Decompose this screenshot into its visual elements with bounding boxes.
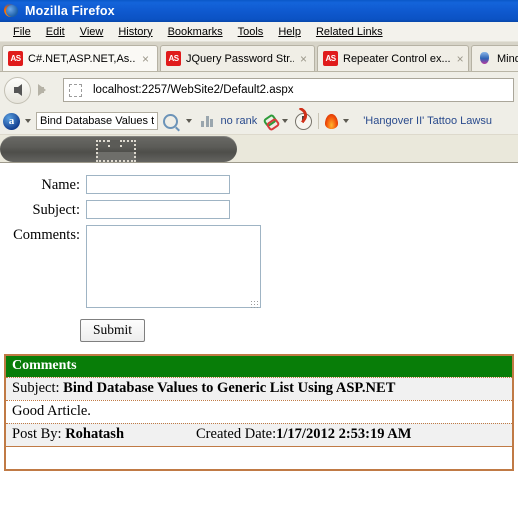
page-banner	[0, 136, 237, 162]
window-titlebar: Mozilla Firefox	[0, 0, 518, 22]
menu-bar: File Edit View History Bookmarks Tools H…	[0, 22, 518, 42]
comments-label: Comments:	[13, 227, 80, 243]
name-input[interactable]	[86, 175, 230, 194]
mindcra-favicon	[477, 51, 492, 66]
alexa-menu-chevron-down-icon[interactable]	[25, 119, 31, 123]
blank-favicon	[69, 83, 82, 97]
broken-image-icon	[96, 140, 136, 162]
menu-view[interactable]: View	[73, 25, 112, 39]
menu-help[interactable]: Help	[271, 25, 309, 39]
back-arrow-icon[interactable]	[4, 76, 31, 104]
table-row: Post By: Rohatash Created Date:1/17/2012 …	[6, 423, 512, 446]
asp-net-favicon: AS	[323, 51, 338, 66]
tab-2[interactable]: AS Repeater Control ex... ×	[317, 45, 469, 71]
table-row: Good Article.	[6, 400, 512, 423]
link-chevron-down-icon[interactable]	[282, 119, 289, 123]
form-row-name: Name:	[0, 175, 518, 195]
form-row-subject: Subject:	[0, 200, 518, 220]
window-title: Mozilla Firefox	[25, 4, 115, 18]
menu-bookmarks[interactable]: Bookmarks	[161, 25, 231, 39]
tab-0[interactable]: AS C#.NET,ASP.NET,As... ×	[2, 45, 158, 71]
tab-1-close-icon[interactable]: ×	[300, 53, 307, 65]
firefox-icon	[2, 1, 20, 19]
menu-edit[interactable]: Edit	[39, 25, 73, 39]
subject-input[interactable]	[86, 200, 230, 219]
menu-history[interactable]: History	[111, 25, 160, 39]
comments-table: Comments Subject: Bind Database Values t…	[4, 354, 514, 471]
tab-3[interactable]: Mindcra	[471, 45, 518, 71]
menu-bookmarks-label: Bookmarks	[167, 25, 223, 38]
alexa-logo-icon[interactable]: a	[3, 112, 20, 130]
createddate-row-value: 1/17/2012 2:53:19 AM	[276, 426, 412, 442]
table-row: Subject: Bind Database Values to Generic…	[6, 377, 512, 400]
url-input[interactable]: localhost:2257/WebSite2/Default2.aspx	[93, 84, 294, 96]
menu-file-label: File	[13, 25, 31, 38]
menu-related-links-label: Related Links	[315, 25, 383, 38]
alexa-news-link[interactable]: 'Hangover II' Tattoo Lawsu	[363, 115, 492, 127]
bar-chart-icon[interactable]	[201, 115, 215, 127]
postby-row-value: Rohatash	[65, 426, 125, 442]
tab-0-label: C#.NET,ASP.NET,As...	[28, 52, 136, 65]
alexa-search-value: Bind Database Values to	[40, 115, 154, 127]
menu-tools[interactable]: Tools	[231, 25, 272, 39]
navigation-toolbar: localhost:2257/WebSite2/Default2.aspx	[0, 72, 518, 108]
alexa-toolbar: a Bind Database Values to no rank 'Hango…	[0, 108, 518, 135]
subject-label: Subject:	[32, 202, 80, 218]
hot-chevron-down-icon[interactable]	[343, 119, 350, 123]
menu-related-links[interactable]: Related Links	[309, 25, 391, 39]
alexa-rank-text: no rank	[220, 115, 258, 127]
menu-help-label: Help	[278, 25, 301, 38]
speedometer-icon[interactable]	[295, 112, 313, 130]
tab-1-label: JQuery Password Str...	[186, 52, 294, 65]
menu-edit-label: Edit	[45, 25, 65, 38]
menu-file[interactable]: File	[6, 25, 39, 39]
subject-row-label: Subject:	[12, 380, 64, 396]
table-row-empty	[6, 446, 512, 469]
menu-view-label: View	[79, 25, 104, 38]
createddate-row-label: Created Date:	[196, 426, 277, 442]
comments-table-header: Comments	[6, 356, 512, 377]
name-label: Name:	[41, 177, 80, 193]
comment-form: Name: Subject: Comments: Submit	[0, 163, 518, 342]
page-content: Name: Subject: Comments: Submit Comments…	[0, 135, 518, 503]
menu-tools-label: Tools	[237, 25, 264, 38]
tab-2-close-icon[interactable]: ×	[457, 53, 464, 65]
asp-net-favicon: AS	[8, 51, 23, 66]
body-row-value: Good Article.	[12, 403, 91, 419]
flame-icon[interactable]	[325, 113, 339, 129]
magnifier-icon[interactable]	[163, 113, 178, 129]
form-row-submit: Submit	[80, 319, 518, 342]
submit-button[interactable]: Submit	[80, 319, 146, 342]
postby-row-label: Post By:	[12, 426, 66, 442]
tab-2-label: Repeater Control ex...	[343, 52, 451, 65]
forward-arrow-icon[interactable]	[28, 77, 55, 104]
page-banner-area	[0, 135, 518, 163]
tab-0-close-icon[interactable]: ×	[142, 53, 149, 65]
asp-net-favicon: AS	[166, 51, 181, 66]
comments-textarea[interactable]	[86, 225, 261, 308]
url-bar[interactable]: localhost:2257/WebSite2/Default2.aspx	[63, 78, 514, 102]
tab-3-label: Mindcra	[497, 52, 518, 65]
tab-1[interactable]: AS JQuery Password Str... ×	[160, 45, 315, 71]
alexa-search-input[interactable]: Bind Database Values to	[36, 112, 158, 130]
tab-strip: AS C#.NET,ASP.NET,As... × AS JQuery Pass…	[0, 42, 518, 72]
toolbar-divider	[318, 113, 320, 129]
menu-history-label: History	[118, 25, 153, 38]
search-chevron-down-icon[interactable]	[186, 119, 192, 123]
subject-row-value: Bind Database Values to Generic List Usi…	[63, 380, 396, 396]
form-row-comments: Comments:	[0, 225, 518, 311]
link-icon[interactable]	[264, 115, 277, 128]
